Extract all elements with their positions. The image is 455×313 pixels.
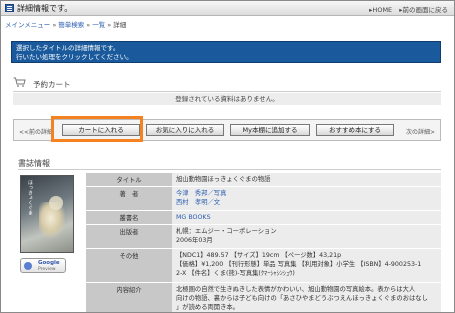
info-line-1: 選択したタイトルの詳細情報です。 xyxy=(16,44,120,52)
book-cover-image[interactable]: ほっきょくぐま xyxy=(20,175,74,253)
info-message-box: 選択したタイトルの詳細情報です。 行いたい処理をクリックしてください。 xyxy=(11,41,441,63)
info-line-2: 行いたい処理をクリックしてください。 xyxy=(16,53,133,61)
row-value: MG BOOKS xyxy=(172,210,441,225)
table-row: 叢書名 MG BOOKS xyxy=(86,210,441,225)
back-link[interactable]: ▸前の画面に戻る xyxy=(399,6,448,14)
cart-title: 予約カート xyxy=(33,80,71,89)
row-key: 叢書名 xyxy=(86,210,172,225)
info-list-icon xyxy=(5,4,14,12)
cover-bear-head xyxy=(49,196,63,210)
cart-empty-message: 登録されている資料はありません。 xyxy=(13,93,441,105)
breadcrumb-main-menu[interactable]: メインメニュー xyxy=(5,21,50,29)
google-preview-button[interactable]: Google Preview xyxy=(20,258,66,273)
author-link[interactable]: 西村 孝明／文 xyxy=(176,198,437,207)
row-value: 札幌：エムジー・コーポレーション 2006年03月 xyxy=(172,224,441,249)
add-bookshelf-button[interactable]: My本棚に追加する xyxy=(230,124,310,136)
google-preview-label: Google xyxy=(38,260,60,266)
row-key: 内容紹介 xyxy=(86,282,172,312)
highlight-frame xyxy=(51,116,143,142)
title-value: 旭山動物園ほっきょくぐまの物語 xyxy=(176,176,271,183)
page-title: 詳細情報です。 xyxy=(17,4,73,13)
description-line: 北極圏の自然で生きぬきした表情がかわいい、旭山動物園の写真絵本。表からは大人 xyxy=(176,286,416,293)
cart-divider xyxy=(13,91,441,92)
series-link[interactable]: MG BOOKS xyxy=(176,213,437,222)
publisher-value: 札幌：エムジー・コーポレーション xyxy=(176,228,277,235)
row-key: タイトル xyxy=(86,173,172,187)
add-favorite-button[interactable]: お気に入りに入れる xyxy=(146,124,224,136)
breadcrumb: メインメニュー» 簡単検索» 一覧» 詳細 xyxy=(5,19,126,29)
breadcrumb-list[interactable]: 一覧 xyxy=(92,21,105,29)
row-key: 著 者 xyxy=(86,186,172,211)
other-info-line: 【価格】¥1,200 【刊行形態】単品 写真集 【利用対象】小学生 【ISBN】… xyxy=(176,261,422,268)
description-line: 」が読める両開き本。 xyxy=(176,304,239,311)
row-value: 旭山動物園ほっきょくぐまの物語 xyxy=(172,173,441,187)
description-line: 向けの物語、裏からは子ども向けの「あさひやまどうぶつえんほっきょくぐまのおはなし xyxy=(176,295,428,302)
breadcrumb-separator: » xyxy=(107,21,112,29)
breadcrumb-separator: » xyxy=(52,21,57,29)
row-value: 今津 秀邦／写真 西村 孝明／文 xyxy=(172,186,441,211)
other-info-line: 2-X 【件名】くま(熊)-写真集(ｸﾏｰｼｬｼﾝｼｭｳ) xyxy=(176,270,295,277)
prev-detail-link[interactable]: <<前の詳細 xyxy=(19,127,53,136)
breadcrumb-simple-search[interactable]: 簡単検索 xyxy=(58,21,84,29)
row-value: 北極圏の自然で生きぬきした表情がかわいい、旭山動物園の写真絵本。表からは大人 向… xyxy=(172,282,441,312)
section-divider xyxy=(18,169,441,170)
browser-frame: 詳細情報です。 ▸HOME ▸前の画面に戻る メインメニュー» 簡単検索» 一覧» 詳… xyxy=(0,0,455,313)
table-row: 著 者 今津 秀邦／写真 西村 孝明／文 xyxy=(86,186,441,211)
bibliographic-table: タイトル 旭山動物園ほっきょくぐまの物語 著 者 今津 秀邦／写真 西村 孝明／… xyxy=(86,173,441,312)
page-header: 詳細情報です。 ▸HOME ▸前の画面に戻る xyxy=(1,1,454,16)
publish-date-value: 2006年03月 xyxy=(176,237,213,244)
next-detail-link[interactable]: 次の詳細> xyxy=(406,127,435,136)
table-row: タイトル 旭山動物園ほっきょくぐまの物語 xyxy=(86,173,441,187)
breadcrumb-current: 詳細 xyxy=(113,21,127,29)
cover-title: ほっきょくぐま xyxy=(27,180,33,215)
section-title: 書誌情報 xyxy=(18,159,50,168)
header-links: ▸HOME ▸前の画面に戻る xyxy=(364,4,448,14)
other-info-line: 【NDC1】489.57 【サイズ】19cm 【ページ数】43,21p xyxy=(176,252,342,259)
table-row: その他 【NDC1】489.57 【サイズ】19cm 【ページ数】43,21p … xyxy=(86,248,441,283)
breadcrumb-separator: » xyxy=(86,21,91,29)
author-link[interactable]: 今津 秀邦／写真 xyxy=(176,189,437,198)
table-row: 内容紹介 北極圏の自然で生きぬきした表情がかわいい、旭山動物園の写真絵本。表から… xyxy=(86,282,441,312)
home-link[interactable]: ▸HOME xyxy=(369,6,392,14)
row-key: その他 xyxy=(86,248,172,283)
google-preview-icon xyxy=(24,262,32,270)
table-row: 出版者 札幌：エムジー・コーポレーション 2006年03月 xyxy=(86,224,441,249)
shopping-cart-icon xyxy=(13,77,26,87)
row-key: 出版者 xyxy=(86,224,172,249)
row-value: 【NDC1】489.57 【サイズ】19cm 【ページ数】43,21p 【価格】… xyxy=(172,248,441,283)
google-preview-sublabel: Preview xyxy=(38,267,56,272)
recommend-button[interactable]: おすすめ本にする xyxy=(316,124,394,136)
